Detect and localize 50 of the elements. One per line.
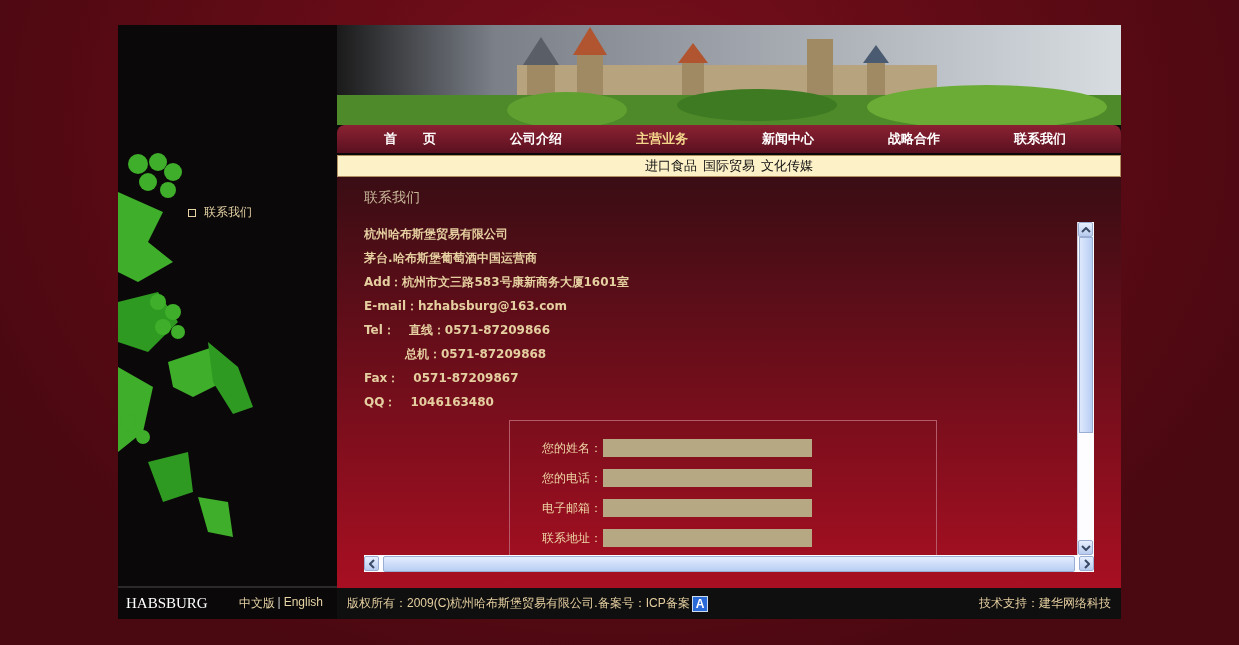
submenu-link[interactable]: 文化传媒	[761, 157, 813, 175]
chevron-left-icon	[368, 558, 375, 569]
form-label: 电子邮箱：	[541, 499, 602, 517]
form-label: 您的电话：	[541, 469, 602, 487]
language-link[interactable]: English	[283, 595, 323, 612]
input-field[interactable]	[603, 469, 812, 487]
info-value: 杭州市文三路583号康新商务大厦1601室	[402, 273, 629, 291]
input-field[interactable]	[603, 439, 812, 457]
square-bullet-icon	[188, 208, 196, 217]
info-value: 0571-87209867	[413, 371, 519, 385]
nav-tab[interactable]: 战略合作	[851, 130, 977, 148]
separator-text: |	[277, 595, 281, 611]
copyright-text: 版权所有：2009(C)杭州哈布斯堡贸易有限公司.备案号：ICP备案	[347, 595, 690, 612]
icp-badge-icon[interactable]: A	[691, 596, 709, 612]
nav-tab[interactable]: 联系我们	[977, 130, 1103, 148]
submenu-link[interactable]: 国际贸易	[703, 157, 755, 175]
submenu-link[interactable]: 进口食品	[645, 157, 697, 175]
language-link[interactable]: 中文版	[238, 595, 275, 612]
scroll-left-button[interactable]	[364, 556, 379, 571]
input-field[interactable]	[603, 529, 812, 547]
info-text: 杭州哈布斯堡贸易有限公司	[364, 225, 508, 243]
form-label: 您的姓名：	[541, 439, 602, 457]
logo-text: HABSBURG	[126, 595, 208, 612]
nav-tab[interactable]: 新闻中心	[725, 130, 851, 148]
scrollbar-thumb[interactable]	[1079, 237, 1093, 433]
sidebar-link[interactable]: 联系我们	[188, 204, 252, 221]
info-label: Add：	[364, 273, 403, 291]
vertical-scrollbar[interactable]	[1077, 222, 1094, 555]
info-label: Tel：	[364, 321, 395, 339]
section-title: 联系我们	[364, 189, 421, 207]
nav-tab[interactable]: 公司介绍	[473, 130, 599, 148]
info-label: QQ：	[364, 393, 397, 411]
chevron-down-icon	[1080, 544, 1091, 551]
info-label: E-mail：	[364, 297, 418, 315]
info-value: 总机：0571-87209868	[405, 345, 547, 363]
info-label: Fax：	[364, 369, 400, 387]
nav-tab[interactable]: 主营业务	[599, 130, 725, 148]
chevron-up-icon	[1080, 226, 1091, 233]
info-value: 直线：0571-87209866	[408, 321, 551, 339]
chevron-right-icon	[1083, 558, 1090, 569]
info-text: 茅台.哈布斯堡葡萄酒中国运营商	[364, 249, 537, 267]
info-value: 1046163480	[410, 395, 494, 409]
info-value: hzhabsburg@163.com	[418, 299, 568, 313]
scroll-up-button[interactable]	[1078, 222, 1093, 237]
scroll-right-button[interactable]	[1079, 556, 1094, 571]
scroll-down-button[interactable]	[1078, 540, 1093, 555]
nav-tab[interactable]: 首 页	[347, 130, 473, 148]
tech-support-text: 技术支持：建华网络科技	[979, 595, 1111, 612]
form-label: 联系地址：	[541, 529, 602, 547]
input-field[interactable]	[603, 499, 812, 517]
